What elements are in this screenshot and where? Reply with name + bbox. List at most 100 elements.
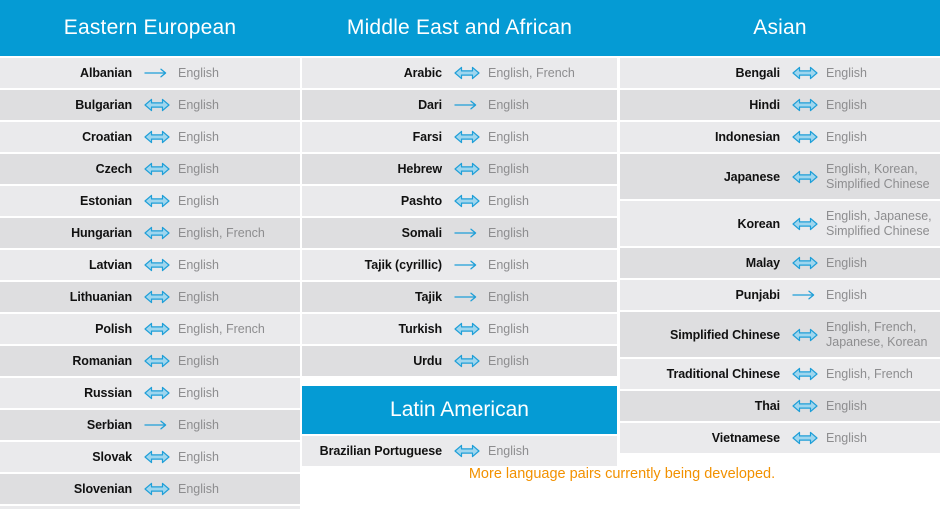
two-way-arrow-icon xyxy=(788,431,822,445)
language-pair-row: Indonesian English xyxy=(620,122,940,152)
source-language-label: Thai xyxy=(754,399,780,413)
category-header-band: Eastern European Middle East and African… xyxy=(0,0,940,56)
two-way-arrow-icon xyxy=(788,98,822,112)
two-way-arrow-icon xyxy=(140,322,174,336)
target-languages-label: English, Japanese, Simplified Chinese xyxy=(826,208,932,238)
column-eastern-european: Albanian English Bulgarian English Croatian E… xyxy=(0,58,300,509)
language-pair-row: Malay English xyxy=(620,248,940,278)
one-way-arrow-icon xyxy=(450,290,484,304)
language-pair-row: Estonian English xyxy=(0,186,300,216)
two-way-arrow-icon xyxy=(140,258,174,272)
target-languages-label: English xyxy=(178,129,219,144)
language-pair-row: Slovak English xyxy=(0,442,300,472)
source-language-label: Polish xyxy=(95,322,132,336)
one-way-arrow-icon xyxy=(140,66,174,80)
language-pair-row: Romanian English xyxy=(0,346,300,376)
source-language-label: Romanian xyxy=(72,354,132,368)
language-pair-row: Simplified Chinese English, French, Japan… xyxy=(620,312,940,357)
language-pair-row: Croatian English xyxy=(0,122,300,152)
two-way-arrow-icon xyxy=(788,256,822,270)
target-languages-label: English xyxy=(826,287,867,302)
target-languages-label: English xyxy=(488,443,529,458)
source-language-label: Punjabi xyxy=(735,288,781,302)
target-languages-label: English xyxy=(488,97,529,112)
source-language-label: Slovenian xyxy=(73,482,132,496)
target-languages-label: English xyxy=(826,65,867,80)
target-languages-label: English xyxy=(488,321,529,336)
language-pair-row: Traditional Chinese English, French xyxy=(620,359,940,389)
language-pair-row: Punjabi English xyxy=(620,280,940,310)
two-way-arrow-icon xyxy=(140,450,174,464)
language-pair-row: Lithuanian English xyxy=(0,282,300,312)
source-language-label: Czech xyxy=(95,162,132,176)
one-way-arrow-icon xyxy=(450,226,484,240)
language-pair-row: Korean English, Japanese, Simplified Chin… xyxy=(620,201,940,246)
source-language-label: Russian xyxy=(84,386,132,400)
language-pair-row: Tajik (cyrillic) English xyxy=(302,250,617,280)
two-way-arrow-icon xyxy=(788,66,822,80)
one-way-arrow-icon xyxy=(450,258,484,272)
source-language-label: Estonian xyxy=(80,194,132,208)
target-languages-label: English xyxy=(178,193,219,208)
one-way-arrow-icon xyxy=(140,418,174,432)
two-way-arrow-icon xyxy=(140,354,174,368)
language-pair-row: Hebrew English xyxy=(302,154,617,184)
target-languages-label: English xyxy=(178,449,219,464)
category-header-asian: Asian xyxy=(753,16,807,39)
language-pair-row: Polish English, French xyxy=(0,314,300,344)
two-way-arrow-icon xyxy=(788,399,822,413)
two-way-arrow-icon xyxy=(788,217,822,231)
source-language-label: Dari xyxy=(418,98,442,112)
target-languages-label: English xyxy=(178,289,219,304)
source-language-label: Traditional Chinese xyxy=(666,367,781,381)
language-pairs-page: Eastern European Middle East and African… xyxy=(0,0,940,509)
two-way-arrow-icon xyxy=(450,194,484,208)
language-pair-row: Urdu English xyxy=(302,346,617,376)
source-language-label: Malay xyxy=(745,256,780,270)
target-languages-label: English, French xyxy=(488,65,575,80)
source-language-label: Croatian xyxy=(82,130,132,144)
source-language-label: Korean xyxy=(737,216,781,231)
target-languages-label: English xyxy=(826,430,867,445)
source-language-label: Japanese xyxy=(723,169,780,184)
language-pair-row: Pashto English xyxy=(302,186,617,216)
language-pair-row: Hungarian English, French xyxy=(0,218,300,248)
language-pair-row: Vietnamese English xyxy=(620,423,940,453)
target-languages-label: English xyxy=(826,398,867,413)
target-languages-label: English xyxy=(488,129,529,144)
language-pair-row: Albanian English xyxy=(0,58,300,88)
two-way-arrow-icon xyxy=(788,170,822,184)
two-way-arrow-icon xyxy=(450,354,484,368)
source-language-label: Vietnamese xyxy=(711,431,780,445)
target-languages-label: English xyxy=(178,481,219,496)
source-language-label: Bulgarian xyxy=(75,98,132,112)
source-language-label: Tajik xyxy=(414,290,442,304)
two-way-arrow-icon xyxy=(450,162,484,176)
two-way-arrow-icon xyxy=(450,66,484,80)
language-pair-row: Bulgarian English xyxy=(0,90,300,120)
target-languages-label: English xyxy=(488,257,529,272)
language-pair-row: Hindi English xyxy=(620,90,940,120)
target-languages-label: English, French, Japanese, Korean xyxy=(826,319,928,349)
source-language-label: Brazilian Portuguese xyxy=(319,444,442,458)
target-languages-label: English, French xyxy=(178,225,265,240)
source-language-label: Slovak xyxy=(92,450,132,464)
source-language-label: Lithuanian xyxy=(69,290,132,304)
language-pair-row: Tajik English xyxy=(302,282,617,312)
language-pair-row: Thai English xyxy=(620,391,940,421)
language-pair-row: Russian English xyxy=(0,378,300,408)
target-languages-label: English xyxy=(826,129,867,144)
one-way-arrow-icon xyxy=(788,288,822,302)
two-way-arrow-icon xyxy=(140,226,174,240)
language-pair-row: Brazilian Portuguese English xyxy=(302,436,617,466)
target-languages-label: English xyxy=(488,161,529,176)
source-language-label: Urdu xyxy=(413,354,442,368)
two-way-arrow-icon xyxy=(140,482,174,496)
source-language-label: Latvian xyxy=(88,258,132,272)
source-language-label: Hungarian xyxy=(71,226,132,240)
two-way-arrow-icon xyxy=(140,194,174,208)
source-language-label: Simplified Chinese xyxy=(669,327,780,342)
one-way-arrow-icon xyxy=(450,98,484,112)
target-languages-label: English xyxy=(826,255,867,270)
source-language-label: Albanian xyxy=(80,66,132,80)
